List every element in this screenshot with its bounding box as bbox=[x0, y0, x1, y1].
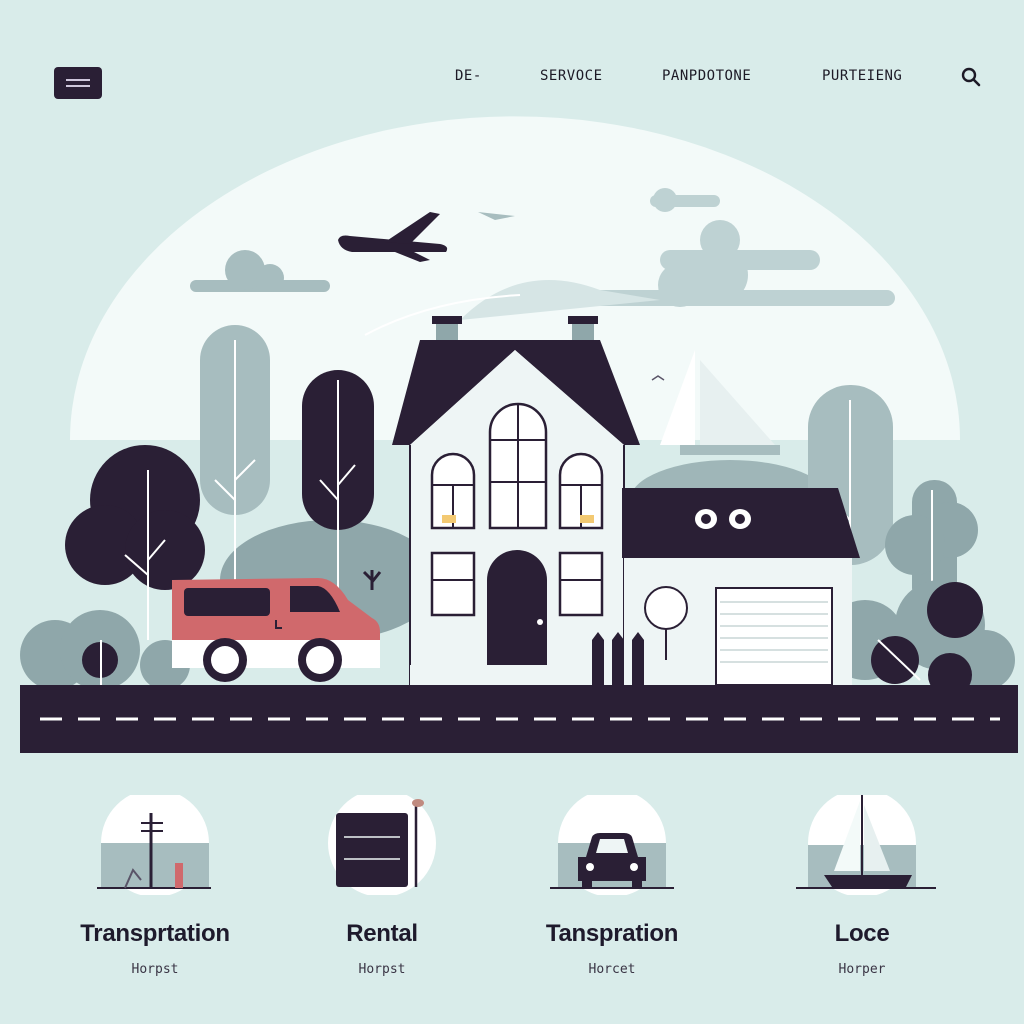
hero-illustration bbox=[0, 100, 1024, 760]
storage-unit-icon bbox=[272, 789, 492, 897]
car-icon bbox=[502, 789, 722, 897]
search-icon[interactable] bbox=[960, 66, 982, 88]
sailboat-icon bbox=[752, 789, 972, 897]
feature-card-loce[interactable]: Loce Horper bbox=[752, 789, 972, 977]
feature-card-tanspration[interactable]: Tanspration Horcet bbox=[502, 789, 722, 977]
fence bbox=[592, 632, 644, 685]
hero-scene bbox=[20, 116, 1018, 753]
feature-title: Loce bbox=[834, 920, 890, 947]
feature-title: Tanspration bbox=[545, 920, 679, 947]
feature-title: Transprtation bbox=[80, 920, 230, 947]
feature-subtitle: Horpst bbox=[131, 962, 179, 977]
nav-link-3[interactable]: PANPDOTONE bbox=[662, 68, 751, 84]
power-pole-icon bbox=[45, 789, 265, 897]
nav-link-service[interactable]: SERVOCE bbox=[540, 68, 603, 84]
hamburger-menu-icon[interactable] bbox=[54, 67, 102, 99]
feature-subtitle: Horpst bbox=[358, 962, 406, 977]
feature-subtitle: Horcet bbox=[588, 962, 636, 977]
feature-subtitle: Horper bbox=[838, 962, 886, 977]
garage bbox=[592, 488, 860, 686]
door bbox=[487, 550, 547, 665]
house bbox=[392, 316, 640, 685]
nav-link-4[interactable]: PURTEIENG bbox=[822, 68, 902, 84]
feature-title: Rental bbox=[346, 920, 418, 947]
nav-link-1[interactable]: DE- bbox=[455, 68, 482, 84]
feature-card-rental[interactable]: Rental Horpst bbox=[272, 789, 492, 977]
feature-card-transportation[interactable]: Transprtation Horpst bbox=[45, 789, 265, 977]
